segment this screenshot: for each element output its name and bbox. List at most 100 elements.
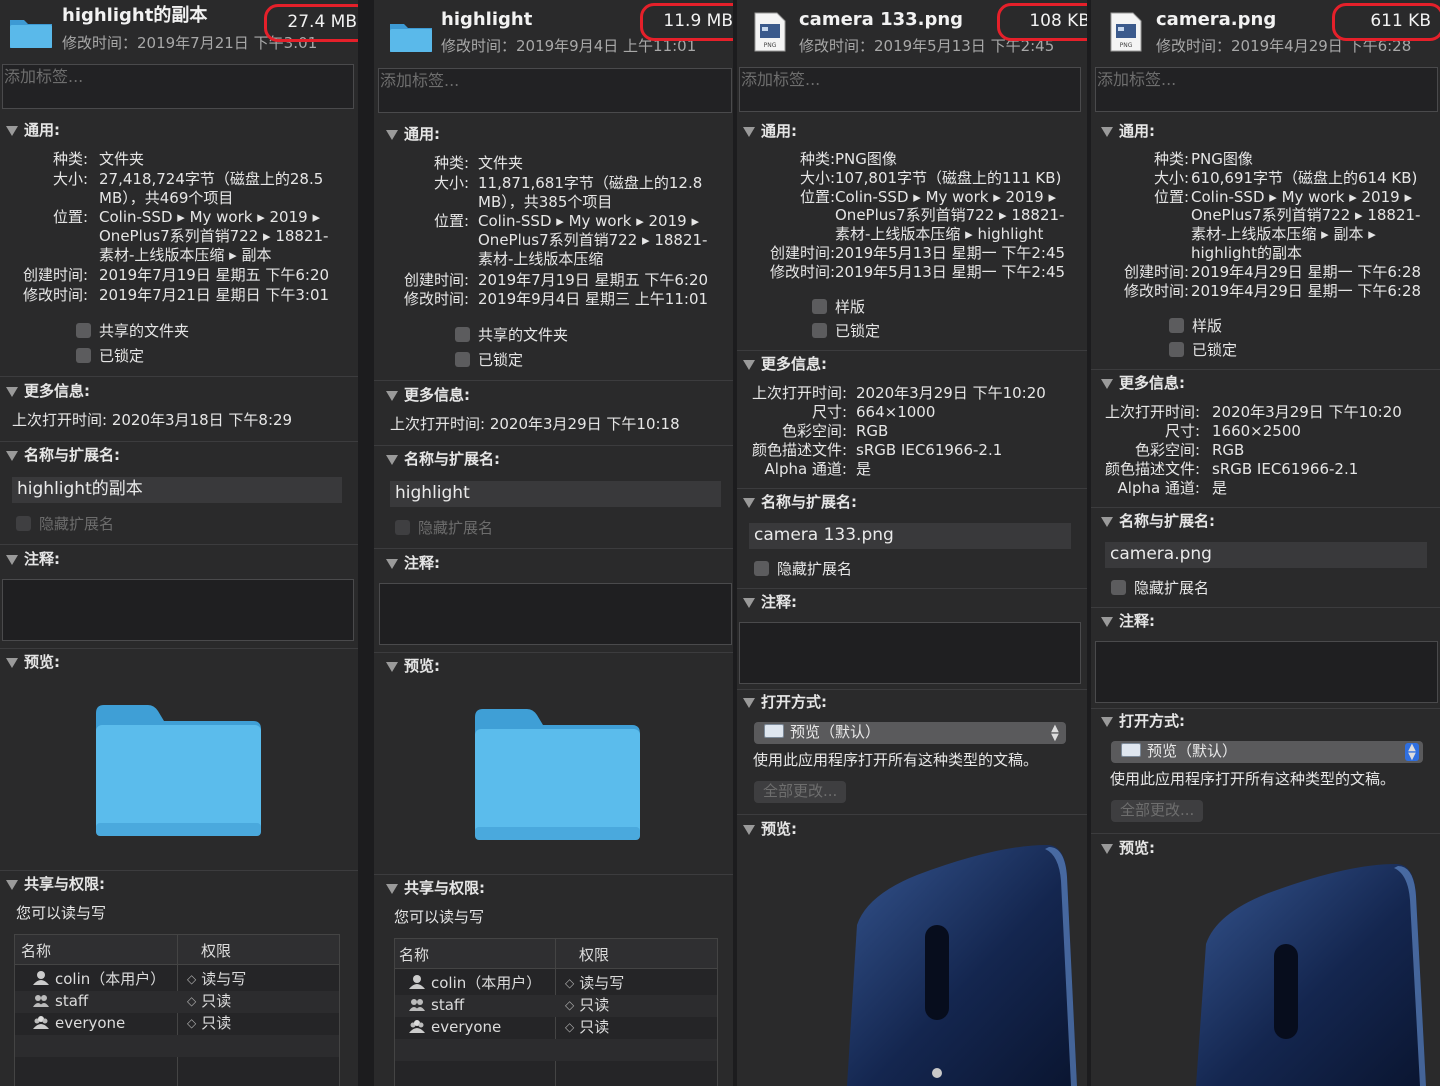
hide-extension-checkbox: 隐藏扩展名 (16, 515, 114, 534)
disclosure-triangle-icon (6, 450, 18, 461)
tags-field[interactable]: 添加标签... (378, 68, 732, 113)
permissions-header: 名称 权限 (395, 939, 717, 969)
divider (374, 874, 733, 875)
sharing-section-toggle[interactable]: 共享与权限: (6, 875, 105, 894)
name-ext-section-toggle[interactable]: 名称与扩展名: (386, 450, 500, 469)
hide-extension-checkbox[interactable]: 隐藏扩展名 (754, 560, 852, 579)
more-info-section-toggle[interactable]: 更多信息: (6, 382, 90, 401)
tags-field[interactable]: 添加标签... (739, 67, 1081, 112)
size-summary: 611 KB (1332, 3, 1440, 41)
disclosure-triangle-icon (743, 497, 755, 508)
where-row-cont: OnePlus7系列首销722 ▸ 18821- (478, 231, 708, 249)
general-section-toggle[interactable]: 通用: (743, 122, 797, 141)
name-ext-section-toggle[interactable]: 名称与扩展名: (743, 493, 857, 512)
stepper-icon: ◇ (187, 972, 197, 986)
divider (1091, 507, 1440, 508)
folder-preview-icon (475, 709, 640, 840)
name-field[interactable]: highlight的副本 (12, 477, 342, 503)
where-row-cont: OnePlus7系列首销722 ▸ 18821- (1191, 206, 1421, 224)
comments-field[interactable] (739, 622, 1081, 684)
disclosure-triangle-icon (6, 657, 18, 668)
more-info-section-toggle[interactable]: 更多信息: (386, 386, 470, 405)
locked-checkbox[interactable]: 已锁定 (812, 322, 880, 341)
sharing-summary: 您可以读与写 (16, 904, 107, 922)
name-field[interactable]: camera.png (1105, 542, 1427, 568)
name-field[interactable]: camera 133.png (749, 523, 1071, 549)
comments-section-toggle[interactable]: 注释: (386, 554, 440, 573)
disclosure-triangle-icon (6, 554, 18, 565)
preview-section-toggle[interactable]: 预览: (386, 657, 440, 676)
permission-row[interactable]: everyone ◇ 只读 (395, 1017, 717, 1039)
permission-row[interactable]: everyone ◇ 只读 (15, 1013, 339, 1035)
disclosure-triangle-icon (1101, 716, 1113, 727)
png-file-icon: PNG (754, 12, 786, 52)
where-row-cont: highlight的副本 (1191, 244, 1302, 262)
where-row-cont: OnePlus7系列首销722 ▸ 18821- (835, 206, 1065, 224)
disclosure-triangle-icon (743, 126, 755, 137)
name-ext-section-toggle[interactable]: 名称与扩展名: (1101, 512, 1215, 531)
comments-section-toggle[interactable]: 注释: (743, 593, 797, 612)
kind-row: 种类: 文件夹 (433, 154, 524, 172)
disclosure-triangle-icon (1101, 378, 1113, 389)
open-with-section-toggle[interactable]: 打开方式: (1101, 712, 1185, 731)
stepper-icon: ◇ (565, 998, 575, 1012)
disclosure-triangle-icon (743, 824, 755, 835)
name-ext-section-toggle[interactable]: 名称与扩展名: (6, 446, 120, 465)
more-info-section-toggle[interactable]: 更多信息: (1101, 374, 1185, 393)
modified-row: 修改时间: 2019年4月29日 星期一 下午6:28 (1123, 282, 1422, 300)
shared-folder-checkbox[interactable]: 共享的文件夹 (455, 326, 568, 345)
divider (737, 689, 1087, 690)
color-space-row: 色彩空间: RGB (1134, 441, 1245, 459)
permission-row[interactable]: colin（本用户） ◇ 读与写 (15, 969, 339, 991)
dimensions-row: 尺寸: 664×1000 (811, 403, 936, 421)
open-with-section-toggle[interactable]: 打开方式: (743, 693, 827, 712)
preview-section-toggle[interactable]: 预览: (743, 820, 797, 839)
stationery-checkbox[interactable]: 样版 (812, 298, 865, 317)
locked-checkbox[interactable]: 已锁定 (76, 347, 144, 366)
col-name-header[interactable]: 名称 (21, 942, 51, 961)
general-section-toggle[interactable]: 通用: (1101, 122, 1155, 141)
permission-row[interactable]: staff ◇ 只读 (395, 995, 717, 1017)
comments-field[interactable] (1095, 641, 1438, 703)
col-priv-header[interactable]: 权限 (201, 942, 231, 961)
tags-field[interactable]: 添加标签... (1095, 67, 1438, 112)
comments-field[interactable] (2, 579, 354, 641)
preview-section-toggle[interactable]: 预览: (1101, 839, 1155, 858)
comments-section-toggle[interactable]: 注释: (6, 550, 60, 569)
permission-row[interactable]: staff ◇ 只读 (15, 991, 339, 1013)
comments-section-toggle[interactable]: 注释: (1101, 612, 1155, 631)
svg-text:PNG: PNG (1120, 42, 1133, 49)
divider (374, 445, 733, 446)
stepper-icon: ◇ (187, 994, 197, 1008)
comments-field[interactable] (379, 583, 732, 645)
divider (0, 648, 358, 649)
general-section-toggle[interactable]: 通用: (386, 125, 440, 144)
open-with-popup[interactable]: 预览（默认） ▲ ▼ (754, 722, 1066, 744)
divider (0, 441, 358, 442)
sharing-section-toggle[interactable]: 共享与权限: (386, 879, 485, 898)
modified-row: 修改时间: 2019年9月4日 星期三 上午11:01 (403, 290, 709, 308)
stepper-icon: ◇ (187, 1016, 197, 1030)
open-with-popup[interactable]: 预览（默认） ▲ ▼ (1111, 741, 1423, 763)
info-pane-highlight-copy: highlight的副本 修改时间：2019年7月21日 下午3:01 27.4… (0, 0, 358, 1086)
preview-section-toggle[interactable]: 预览: (6, 653, 60, 672)
group-icon (33, 995, 49, 1007)
locked-checkbox[interactable]: 已锁定 (1169, 341, 1237, 360)
hide-extension-checkbox[interactable]: 隐藏扩展名 (1111, 579, 1209, 598)
col-name-header[interactable]: 名称 (399, 946, 429, 965)
stationery-checkbox[interactable]: 样版 (1169, 317, 1222, 336)
more-info-section-toggle[interactable]: 更多信息: (743, 355, 827, 374)
png-file-icon: PNG (1110, 12, 1142, 52)
divider (374, 548, 733, 549)
general-section-toggle[interactable]: 通用: (6, 121, 60, 140)
header: PNG camera.png 修改时间：2019年4月29日 下午6:28 61… (1091, 0, 1440, 60)
svg-text:PNG: PNG (764, 42, 777, 49)
last-opened-row: 上次打开时间: 2020年3月29日 下午10:20 (1104, 403, 1402, 421)
permission-row[interactable]: colin（本用户） ◇ 读与写 (395, 973, 717, 995)
name-field[interactable]: highlight (390, 481, 721, 507)
shared-folder-checkbox[interactable]: 共享的文件夹 (76, 322, 189, 341)
tags-field[interactable]: 添加标签... (2, 64, 354, 109)
col-priv-header[interactable]: 权限 (579, 946, 609, 965)
group-icon (409, 999, 425, 1011)
locked-checkbox[interactable]: 已锁定 (455, 351, 523, 370)
